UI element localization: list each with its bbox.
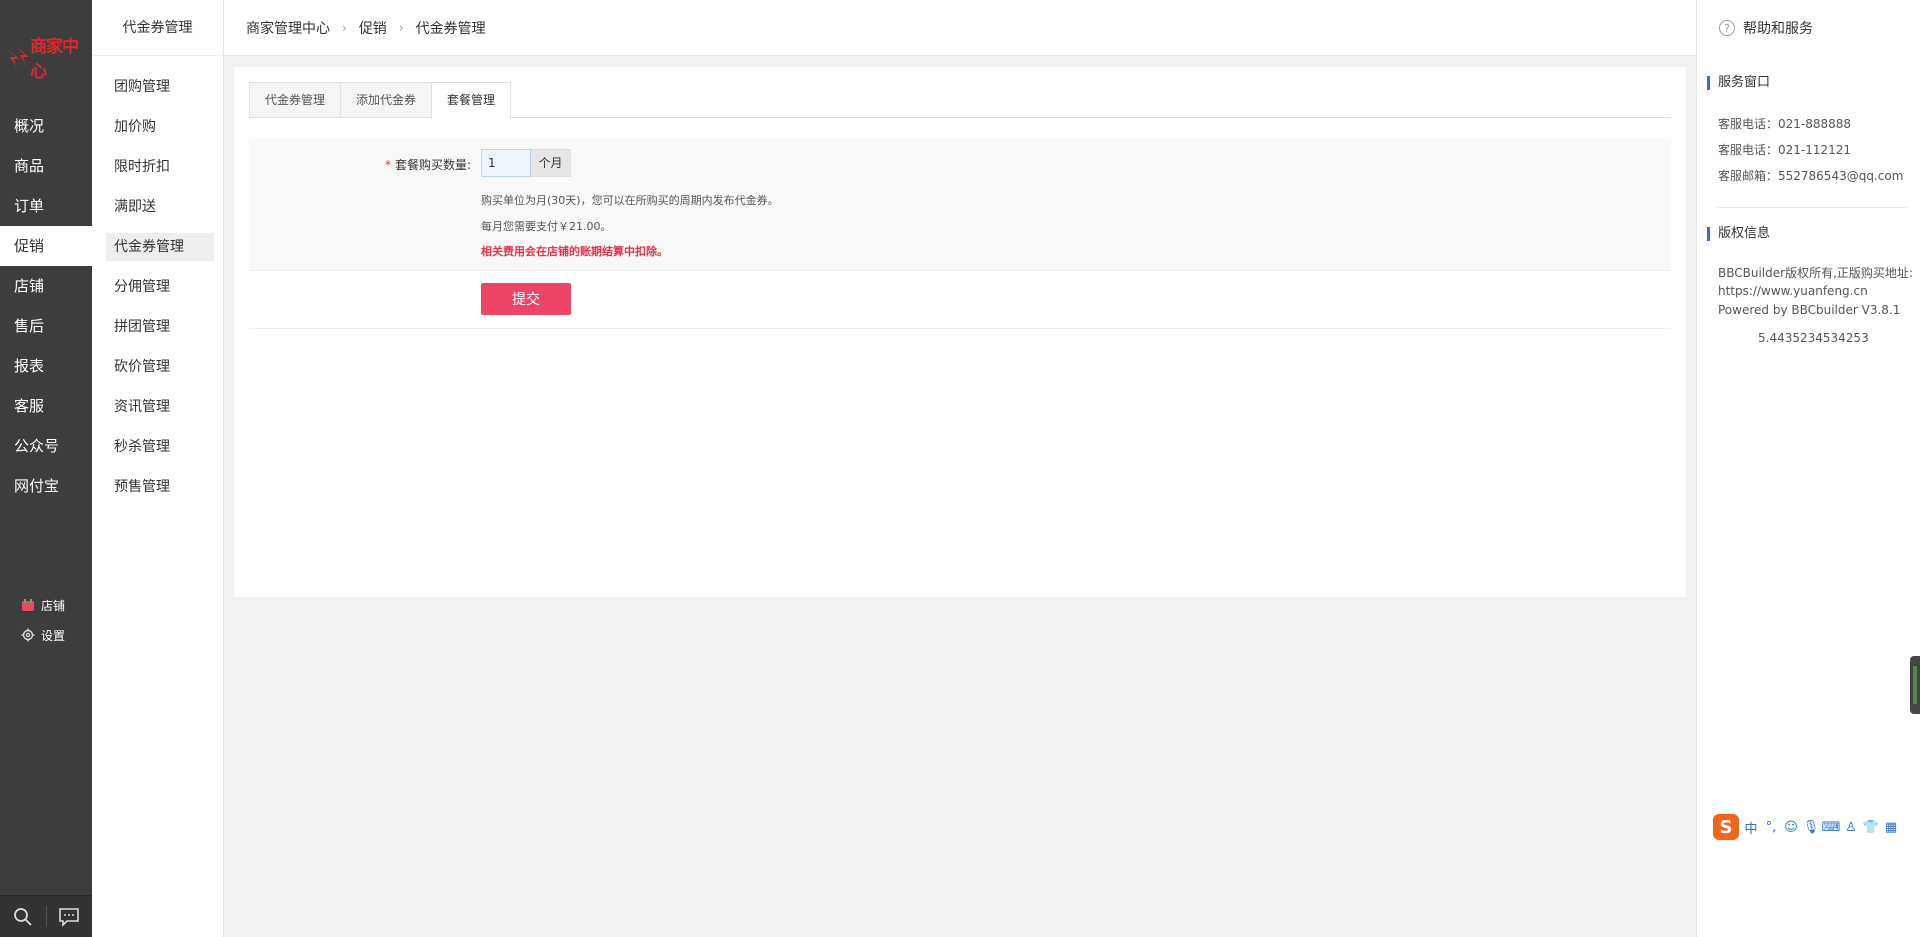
settings-link[interactable]: 设置 bbox=[0, 620, 92, 650]
service-title: 服务窗口 bbox=[1707, 76, 1770, 90]
sub-sidebar: 代金券管理 团购管理 加价购 限时折扣 满即送 代金券管理 分佣管理 拼团管理 … bbox=[92, 0, 224, 937]
help-panel: ? 帮助和服务 服务窗口 客服电话：021-888888 客服电话：021-11… bbox=[1696, 0, 1920, 937]
tab-bar: 代金券管理 添加代金券 套餐管理 bbox=[249, 82, 1671, 119]
tab-package-management[interactable]: 套餐管理 bbox=[431, 82, 512, 119]
copyright-line-1: BBCBuilder版权所有,正版购买地址: bbox=[1718, 266, 1913, 280]
punctuation-icon[interactable]: °, bbox=[1763, 819, 1779, 835]
nav-item-overview[interactable]: 概况 bbox=[0, 106, 92, 146]
copyright-title: 版权信息 bbox=[1707, 227, 1770, 241]
sub-item-flash-discount[interactable]: 限时折扣 bbox=[106, 153, 214, 181]
chat-icon bbox=[59, 907, 80, 927]
search-icon bbox=[13, 907, 32, 926]
keyboard-icon[interactable]: ⌨ bbox=[1822, 819, 1841, 835]
sogou-icon[interactable]: S bbox=[1713, 814, 1739, 840]
bottom-toolbar bbox=[0, 895, 92, 937]
logo[interactable]: 商家中心 bbox=[4, 37, 90, 82]
breadcrumb-item-current: 代金券管理 bbox=[415, 20, 486, 37]
shop-link[interactable]: 店铺 bbox=[0, 590, 92, 620]
ime-toolbar: S 中 °, ☺ 🎙 ⌨ ♙ 👕 ▦ bbox=[1713, 814, 1899, 840]
search-button[interactable] bbox=[0, 896, 46, 937]
nav-item-orders[interactable]: 订单 bbox=[0, 186, 92, 226]
sub-item-news[interactable]: 资讯管理 bbox=[106, 393, 214, 421]
hint-unit: 购买单位为月(30天)，您可以在所购买的周期内发布代金券。 bbox=[481, 194, 779, 207]
user-icon[interactable]: ♙ bbox=[1843, 819, 1859, 835]
sub-item-group-deal[interactable]: 拼团管理 bbox=[106, 313, 214, 341]
logo-text: 商家中心 bbox=[30, 37, 79, 82]
shop-icon bbox=[20, 597, 36, 613]
sub-item-seckill[interactable]: 秒杀管理 bbox=[106, 433, 214, 461]
nav-item-aftersale[interactable]: 售后 bbox=[0, 306, 92, 346]
breadcrumb-item-home[interactable]: 商家管理中心 bbox=[246, 18, 330, 38]
divider bbox=[1717, 207, 1907, 208]
breadcrumb: 商家管理中心 › 促销 › 代金券管理 bbox=[224, 0, 1696, 56]
emoji-icon[interactable]: ☺ bbox=[1783, 819, 1799, 835]
qty-input[interactable]: 1 bbox=[481, 149, 531, 177]
breadcrumb-item-promotion[interactable]: 促销 bbox=[359, 18, 387, 38]
qty-label-text: 套餐购买数量: bbox=[394, 158, 471, 172]
tab-voucher-management[interactable]: 代金券管理 bbox=[249, 82, 341, 118]
grid-icon[interactable]: ▦ bbox=[1883, 819, 1899, 835]
load-time: 5.4435234534253 bbox=[1758, 331, 1869, 345]
copyright-powered: Powered by BBCbuilder V3.8.1 bbox=[1718, 303, 1901, 317]
skin-icon[interactable]: 👕 bbox=[1863, 819, 1879, 835]
sub-item-commission[interactable]: 分佣管理 bbox=[106, 273, 214, 301]
nav-item-customer-service[interactable]: 客服 bbox=[0, 386, 92, 426]
message-button[interactable] bbox=[47, 896, 93, 937]
main-content: 代金券管理 添加代金券 套餐管理 * 套餐购买数量: 1 个月 购买单位为月(30… bbox=[234, 67, 1686, 597]
settings-link-label: 设置 bbox=[41, 628, 66, 643]
package-form: * 套餐购买数量: 1 个月 购买单位为月(30天)，您可以在所购买的周期内发布代… bbox=[249, 139, 1671, 271]
required-mark: * bbox=[384, 158, 391, 172]
sub-item-bargain[interactable]: 砍价管理 bbox=[106, 353, 214, 381]
ime-mode[interactable]: 中 bbox=[1743, 819, 1759, 837]
service-phone-1: 客服电话：021-888888 bbox=[1718, 117, 1852, 131]
qty-label: * 套餐购买数量: bbox=[249, 156, 471, 173]
chevron-right-icon: › bbox=[398, 20, 404, 35]
sub-item-presale[interactable]: 预售管理 bbox=[106, 473, 214, 501]
help-header[interactable]: ? 帮助和服务 bbox=[1697, 0, 1920, 56]
nav-item-shop[interactable]: 店铺 bbox=[0, 266, 92, 306]
copyright-link[interactable]: https://www.yuanfeng.cn bbox=[1718, 284, 1868, 298]
sub-item-full-gift[interactable]: 满即送 bbox=[106, 193, 214, 221]
gear-icon bbox=[20, 627, 36, 643]
hint-price: 每月您需要支付￥21.00。 bbox=[481, 220, 612, 233]
sub-item-voucher[interactable]: 代金券管理 bbox=[106, 233, 214, 261]
nav-item-goods[interactable]: 商品 bbox=[0, 146, 92, 186]
nav-item-reports[interactable]: 报表 bbox=[0, 346, 92, 386]
sub-item-group-buy[interactable]: 团购管理 bbox=[106, 73, 214, 101]
chevron-right-icon: › bbox=[342, 20, 347, 35]
service-phone-2: 客服电话：021-112121 bbox=[1718, 143, 1852, 157]
help-title: 帮助和服务 bbox=[1743, 21, 1813, 37]
service-email: 客服邮箱：552786543@qq.com bbox=[1718, 169, 1904, 183]
microphone-icon[interactable]: 🎙 bbox=[1803, 819, 1820, 835]
nav-item-promotion[interactable]: 促销 bbox=[0, 226, 92, 266]
help-icon: ? bbox=[1719, 20, 1735, 36]
hint-billing: 相关费用会在店铺的账期结算中扣除。 bbox=[481, 245, 668, 258]
submit-row: 提交 bbox=[249, 271, 1671, 329]
tab-add-voucher[interactable]: 添加代金券 bbox=[340, 82, 432, 118]
main-sidebar: 商家中心 概况 商品 订单 促销 店铺 售后 报表 客服 公众号 网付宝 店铺 … bbox=[0, 0, 92, 937]
qty-unit: 个月 bbox=[531, 149, 571, 177]
nav-item-wangfubao[interactable]: 网付宝 bbox=[0, 466, 92, 506]
shop-link-label: 店铺 bbox=[41, 598, 66, 613]
side-scroll-handle[interactable] bbox=[1910, 656, 1920, 714]
nav-item-official-account[interactable]: 公众号 bbox=[0, 426, 92, 466]
submit-button[interactable]: 提交 bbox=[481, 283, 571, 315]
logo-icon bbox=[6, 46, 29, 68]
bottom-links: 店铺 设置 bbox=[0, 590, 92, 650]
sub-item-markup-buy[interactable]: 加价购 bbox=[106, 113, 214, 141]
qty-group: 1 个月 bbox=[481, 149, 571, 177]
subnav-title: 代金券管理 bbox=[92, 0, 223, 56]
